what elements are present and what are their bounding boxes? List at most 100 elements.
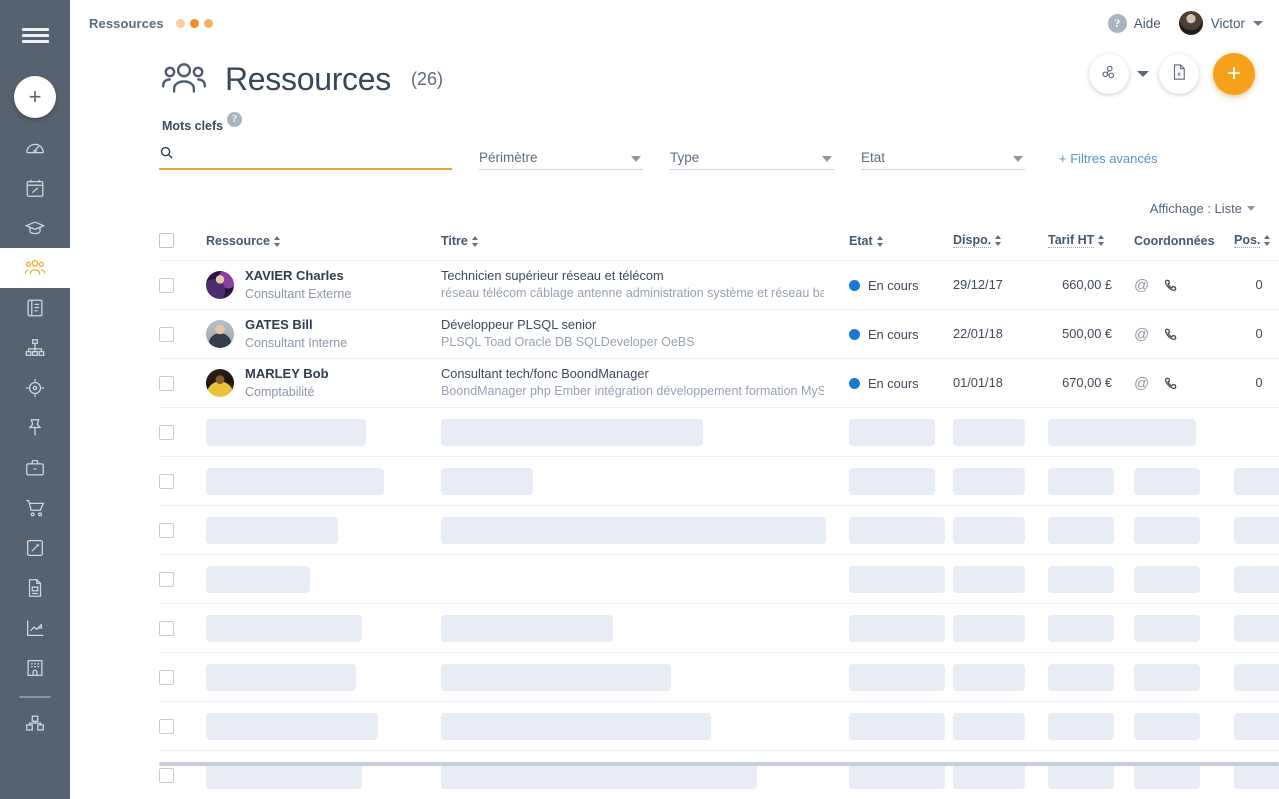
skeleton-cell <box>441 506 849 555</box>
row-checkbox[interactable] <box>159 669 174 685</box>
col-pos: Pos. <box>1234 233 1279 261</box>
pos-cell: 0 <box>1234 359 1279 408</box>
row-checkbox[interactable] <box>159 473 174 489</box>
menu-toggle-button[interactable] <box>0 0 70 70</box>
scrollbar-thumb[interactable] <box>159 762 1279 766</box>
row-checkbox[interactable] <box>159 424 174 440</box>
sidebar-item-factures[interactable] <box>0 568 70 608</box>
sort-pos[interactable]: Pos. <box>1234 233 1271 248</box>
sidebar-item-actions[interactable] <box>0 408 70 448</box>
table-row[interactable]: MARLEY Bob Comptabilité Consultant tech/fo… <box>159 358 1279 408</box>
table-row-skeleton <box>159 701 1279 751</box>
chevron-down-icon <box>1013 156 1023 162</box>
sidebar-item-annuaire[interactable] <box>0 288 70 328</box>
skeleton-cell <box>441 751 849 799</box>
skeleton-bar <box>1134 663 1200 691</box>
row-checkbox[interactable] <box>159 522 174 538</box>
skeleton-bar <box>206 467 384 495</box>
display-mode-selector[interactable]: Affichage : Liste <box>1150 201 1255 216</box>
add-resource-button[interactable]: + <box>1213 53 1255 95</box>
resource-title: Technicien supérieur réseau et télécom <box>441 268 664 284</box>
select-all-checkbox[interactable] <box>159 233 174 248</box>
resource-role: Consultant Externe <box>245 287 352 301</box>
sidebar-item-saisie[interactable] <box>0 528 70 568</box>
table-row[interactable]: XAVIER Charles Consultant Externe Technici… <box>159 260 1279 310</box>
sidebar-item-admin[interactable] <box>0 704 70 744</box>
share-dropdown-caret[interactable] <box>1137 71 1149 77</box>
skeleton-bar <box>849 467 935 495</box>
resource-name: GATES Bill <box>245 317 313 332</box>
rate-value: 670,00 € <box>1062 375 1112 390</box>
skeleton-cell <box>206 555 441 604</box>
sort-tarif[interactable]: Tarif HT <box>1048 233 1105 248</box>
skeleton-cell <box>1134 506 1234 555</box>
row-checkbox[interactable] <box>159 571 174 587</box>
sidebar-item-ressources[interactable] <box>0 248 70 288</box>
skeleton-bar <box>953 712 1025 740</box>
sidebar-item-planning[interactable] <box>0 168 70 208</box>
sidebar-add-button[interactable]: + <box>14 76 56 118</box>
loading-dot <box>203 18 213 28</box>
avatar <box>206 320 234 348</box>
sort-titre[interactable]: Titre <box>441 234 479 248</box>
burger-line <box>21 39 49 43</box>
sidebar-item-positionnement[interactable] <box>0 368 70 408</box>
search-input[interactable] <box>182 145 452 165</box>
sidebar-item-societe[interactable] <box>0 648 70 688</box>
row-checkbox[interactable] <box>159 767 174 783</box>
book-icon <box>24 297 46 319</box>
plus-icon: + <box>1226 60 1241 87</box>
sidebar-item-projets[interactable] <box>0 448 70 488</box>
pencil-note-icon <box>24 537 46 559</box>
skeleton-cell <box>1048 555 1134 604</box>
keywords-filter: Mots clefs ? <box>159 112 452 170</box>
sort-etat[interactable]: Etat <box>849 234 884 248</box>
rate-value: 500,00 € <box>1062 326 1112 341</box>
export-excel-button[interactable]: x <box>1159 54 1199 94</box>
col-etat: Etat <box>849 233 953 261</box>
skeleton-bar <box>953 565 1025 593</box>
chevron-down-icon <box>631 156 641 162</box>
help-button[interactable]: ? Aide <box>1107 13 1161 33</box>
sidebar-item-reporting[interactable] <box>0 608 70 648</box>
phone-icon[interactable] <box>1163 327 1178 342</box>
sort-dispo[interactable]: Dispo. <box>953 233 1002 248</box>
email-icon[interactable]: @ <box>1134 327 1149 342</box>
row-checkbox[interactable] <box>159 718 174 734</box>
skeleton-cell <box>1234 408 1279 457</box>
type-select[interactable]: Type <box>670 150 834 170</box>
question-mark-icon: ? <box>1107 13 1127 33</box>
email-icon[interactable]: @ <box>1134 376 1149 391</box>
row-checkbox[interactable] <box>159 375 174 391</box>
sort-ressource[interactable]: Ressource <box>206 234 281 248</box>
share-button[interactable] <box>1089 54 1129 94</box>
sidebar: + <box>0 0 70 799</box>
tarif-cell: 500,00 € <box>1048 310 1134 359</box>
skeleton-bar <box>1048 614 1114 642</box>
row-select-cell <box>159 310 206 359</box>
sidebar-item-formation[interactable] <box>0 208 70 248</box>
advanced-filters-link[interactable]: + Filtres avancés <box>1059 151 1158 170</box>
scrollbar-track[interactable] <box>159 762 1279 767</box>
email-icon[interactable]: @ <box>1134 278 1149 293</box>
user-menu[interactable]: Victor <box>1178 11 1263 35</box>
sidebar-item-dashboard[interactable] <box>0 128 70 168</box>
etat-select[interactable]: Etat <box>861 150 1025 170</box>
row-checkbox[interactable] <box>159 277 174 293</box>
sidebar-item-organisation[interactable] <box>0 328 70 368</box>
row-checkbox[interactable] <box>159 620 174 636</box>
cart-icon <box>24 497 46 519</box>
skeleton-cell <box>953 506 1048 555</box>
skeleton-bar <box>1134 467 1200 495</box>
skeleton-cell <box>441 408 849 457</box>
horizontal-scrollbar[interactable] <box>159 762 1279 767</box>
help-icon[interactable]: ? <box>227 112 242 127</box>
col-label: Titre <box>441 234 468 248</box>
resource-role: Consultant Interne <box>245 336 348 350</box>
perimetre-select[interactable]: Périmètre <box>479 150 643 170</box>
skeleton-cell <box>1234 604 1279 653</box>
table-row[interactable]: GATES Bill Consultant Interne Développeur … <box>159 309 1279 359</box>
row-checkbox[interactable] <box>159 326 174 342</box>
sidebar-item-achats[interactable] <box>0 488 70 528</box>
skeleton-cell <box>441 604 849 653</box>
